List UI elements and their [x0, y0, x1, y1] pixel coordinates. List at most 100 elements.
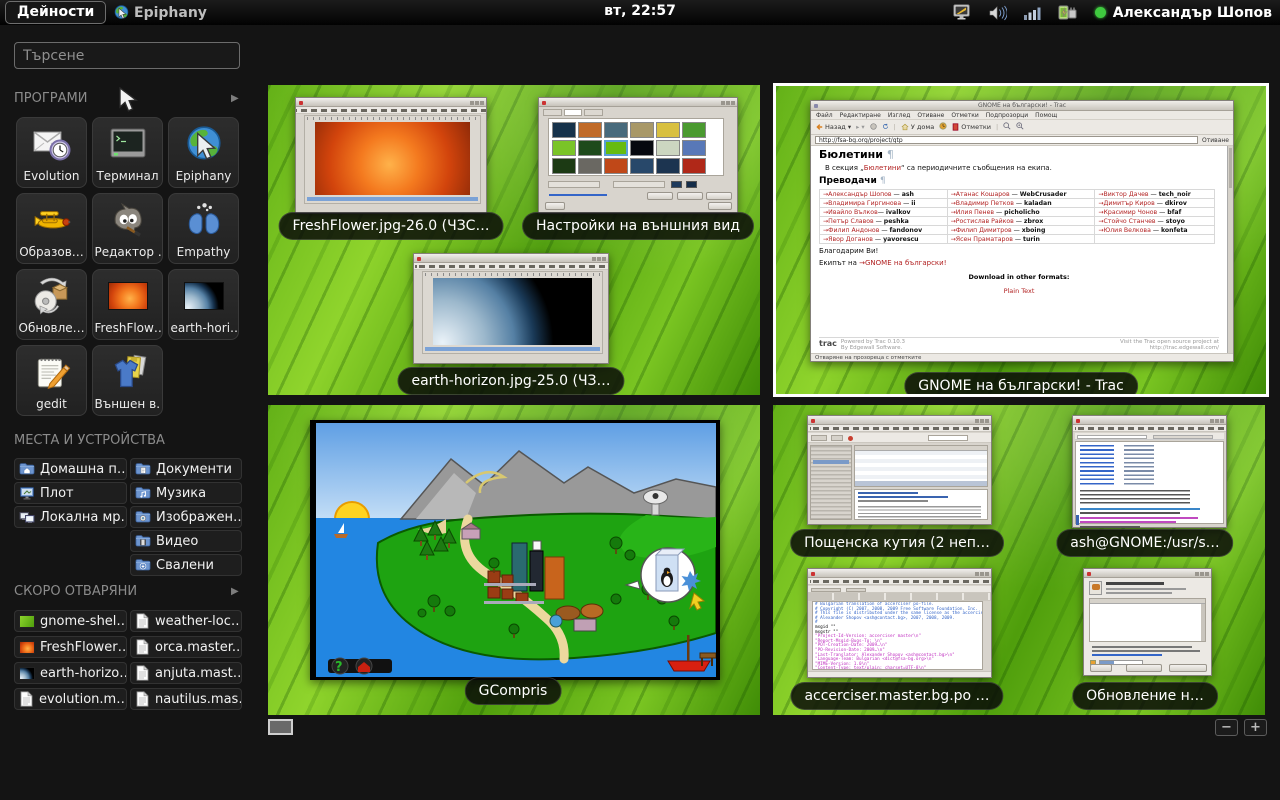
translator-name[interactable]: →Виктор Дачев	[1098, 191, 1150, 198]
translator-name[interactable]: →Владимира Гиргинова	[823, 200, 903, 207]
place-item[interactable]: Локална мр…	[14, 506, 127, 528]
search-input[interactable]	[14, 42, 240, 69]
app-tile-freshflow-[interactable]: FreshFlow…	[92, 269, 163, 340]
app-tile--[interactable]: Външен в…	[92, 345, 163, 416]
browser-menu-bar[interactable]: ФайлРедактиранеИзгледОтиванеОтметкиПодпр…	[811, 111, 1233, 120]
wallpaper-thumbnail[interactable]	[656, 140, 680, 156]
workspace-2[interactable]: GNOME на български! - Trac ФайлРедактира…	[773, 83, 1269, 397]
wallpaper-thumbnail[interactable]	[552, 140, 576, 156]
recent-item[interactable]: weather-loc…	[130, 610, 242, 632]
place-item[interactable]: Музика	[130, 482, 242, 504]
user-menu-button[interactable]: Александър Шопов	[1095, 5, 1272, 21]
forward-button[interactable]: ▸ ▾	[856, 123, 865, 131]
recent-item[interactable]: anjuta.mast…	[130, 662, 242, 684]
translator-name[interactable]: →Стойчо Станчев	[1098, 218, 1157, 225]
wallpaper-thumbnail[interactable]	[578, 158, 602, 174]
wallpaper-thumbnail[interactable]	[578, 122, 602, 138]
app-menu-button[interactable]: Epiphany	[113, 2, 207, 23]
place-item[interactable]: Плот	[14, 482, 127, 504]
activities-button[interactable]: Дейности	[5, 1, 106, 24]
window-appearance-settings[interactable]	[538, 97, 738, 214]
wallpaper-thumbnail[interactable]	[682, 158, 706, 174]
place-item[interactable]: Домашна п…	[14, 458, 127, 480]
workspace-thumbnail[interactable]	[268, 719, 293, 735]
back-button[interactable]: Назад ▾	[815, 123, 851, 131]
translator-name[interactable]: →Илия Пенев	[951, 209, 996, 216]
browser-menu-отиване[interactable]: Отиване	[917, 112, 944, 118]
translator-name[interactable]: →Ясен Праматаров	[951, 236, 1015, 243]
browser-menu-помощ[interactable]: Помощ	[1035, 112, 1057, 118]
translator-name[interactable]: →Александър Шопов	[823, 191, 894, 198]
app-tile--[interactable]: Терминал	[92, 117, 163, 188]
wallpaper-thumbnail[interactable]	[552, 158, 576, 174]
browser-scrollbar[interactable]	[1227, 146, 1233, 353]
window-terminal[interactable]	[1072, 415, 1227, 528]
wallpaper-thumbnail[interactable]	[552, 122, 576, 138]
wallpaper-thumbnail[interactable]	[604, 158, 628, 174]
browser-menu-файл[interactable]: Файл	[816, 112, 833, 118]
battery-icon[interactable]	[1058, 4, 1078, 21]
programs-expander-icon[interactable]: ▶	[231, 93, 239, 104]
translator-name[interactable]: →Владимир Петков	[951, 200, 1016, 207]
workspace-1[interactable]: FreshFlower.jpg-26.0 (ЧЗС… Настройки на …	[268, 85, 760, 395]
wallpaper-thumbnail[interactable]	[578, 140, 602, 156]
recent-expander-icon[interactable]: ▶	[231, 586, 239, 597]
browser-menu-редактиране[interactable]: Редактиране	[840, 112, 881, 118]
plain-text-link[interactable]: Plain Text	[819, 287, 1219, 295]
window-gcompris[interactable]: ?	[310, 420, 720, 680]
window-gimp-freshflower[interactable]	[295, 97, 487, 214]
workspace-zoom-in-button[interactable]: +	[1244, 719, 1267, 736]
place-item[interactable]: Свалени	[130, 554, 242, 576]
display-icon[interactable]	[953, 4, 972, 21]
stop-button[interactable]	[870, 123, 877, 132]
translator-name[interactable]: →Филип Димитров	[951, 227, 1014, 234]
app-tile-earth-hori-[interactable]: earth-hori…	[168, 269, 239, 340]
wallpaper-thumbnail[interactable]	[656, 158, 680, 174]
wallpaper-thumbnail[interactable]	[630, 140, 654, 156]
bookmarks-button[interactable]: Отметки	[952, 123, 991, 131]
recent-item[interactable]: earth-horizo…	[14, 662, 127, 684]
app-tile-evolution[interactable]: Evolution	[16, 117, 87, 188]
browser-menu-подпрозорци[interactable]: Подпрозорци	[986, 112, 1028, 118]
wallpaper-thumbnails-grid[interactable]	[548, 118, 724, 176]
place-item[interactable]: Изображен…	[130, 506, 242, 528]
go-button[interactable]: Отиване	[1202, 137, 1229, 144]
translator-name[interactable]: →Ивайло Вълков	[823, 209, 878, 216]
window-gimp-earth[interactable]	[413, 253, 609, 364]
translator-name[interactable]: →Петър Славов	[823, 218, 876, 225]
place-item[interactable]: Видео	[130, 530, 242, 552]
window-evolution-mail[interactable]	[807, 415, 992, 525]
bulletins-link[interactable]: Бюлетини	[864, 164, 901, 172]
translator-name[interactable]: →Явор Доганов	[823, 236, 875, 243]
wallpaper-thumbnail[interactable]	[682, 122, 706, 138]
wallpaper-thumbnail[interactable]	[604, 122, 628, 138]
wallpaper-thumbnail[interactable]	[656, 122, 680, 138]
gedit-text-area[interactable]: # Bulgarian translation of accerciser po…	[812, 601, 983, 670]
zoom-in-icon[interactable]	[1016, 122, 1024, 132]
app-tile-empathy[interactable]: Empathy	[168, 193, 239, 264]
recent-item[interactable]: gnome-shel…	[14, 610, 127, 632]
wallpaper-thumbnail[interactable]	[604, 140, 628, 156]
translator-name[interactable]: →Юлия Велкова	[1098, 227, 1152, 234]
translator-name[interactable]: →Ростислав Райков	[951, 218, 1016, 225]
browser-menu-изглед[interactable]: Изглед	[888, 112, 911, 118]
clock[interactable]: вт, 22:57	[604, 3, 676, 19]
translator-name[interactable]: →Красимир Чонов	[1098, 209, 1159, 216]
recent-item[interactable]: evolution.m…	[14, 688, 127, 710]
workspace-zoom-out-button[interactable]: −	[1215, 719, 1238, 736]
translator-name[interactable]: →Филип Андонов	[823, 227, 881, 234]
translator-name[interactable]: →Атанас Кошаров	[951, 191, 1012, 198]
workspace-4[interactable]: Пощенска кутия (2 неп… ash@GNOME:/usr/s	[773, 405, 1265, 715]
app-tile-gedit[interactable]: gedit	[16, 345, 87, 416]
window-epiphany-trac[interactable]: GNOME на български! - Trac ФайлРедактира…	[810, 100, 1234, 362]
wallpaper-thumbnail[interactable]	[630, 122, 654, 138]
url-field[interactable]: http://fsa-bg.org/project/gtp	[815, 136, 1198, 144]
reload-button[interactable]	[882, 123, 889, 132]
window-gedit-po-file[interactable]: # Bulgarian translation of accerciser po…	[807, 568, 992, 678]
home-button[interactable]: У дома	[901, 123, 934, 131]
network-signal-icon[interactable]	[1024, 6, 1041, 20]
translator-name[interactable]: →Димитър Киров	[1098, 200, 1156, 207]
recent-item[interactable]: nautilus.mas…	[130, 688, 242, 710]
history-icon[interactable]	[939, 122, 947, 132]
window-update-manager[interactable]	[1083, 568, 1212, 676]
